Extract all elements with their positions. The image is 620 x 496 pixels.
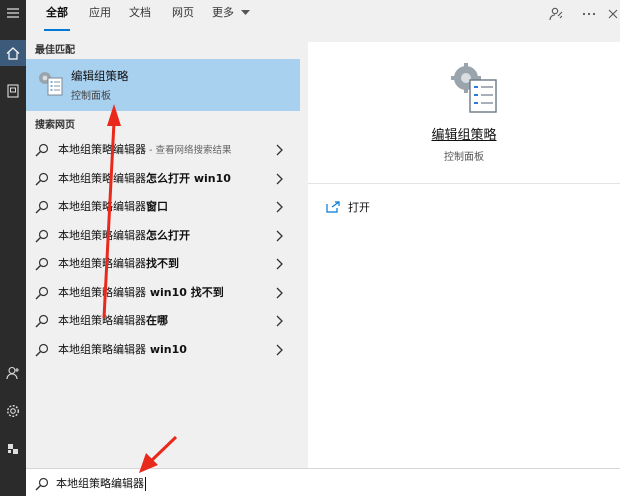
search-box[interactable]: 本地组策略编辑器 bbox=[26, 468, 620, 496]
suggestion-prefix: 本地组策略编辑器 bbox=[58, 314, 146, 327]
web-suggestion-row[interactable]: 本地组策略编辑器怎么打开 win10 bbox=[26, 165, 300, 193]
suggestion-completion: 窗口 bbox=[146, 200, 168, 213]
text-caret bbox=[145, 477, 146, 491]
tab-all[interactable]: 全部 bbox=[44, 0, 70, 34]
search-icon bbox=[35, 286, 49, 299]
chevron-right-icon[interactable] bbox=[274, 344, 284, 356]
document-icon[interactable] bbox=[0, 78, 26, 104]
suggestion-completion: win10 找不到 bbox=[146, 285, 224, 299]
tab-more[interactable]: 更多 bbox=[210, 0, 252, 34]
detail-pane: 编辑组策略 控制面板 打开 bbox=[308, 42, 620, 468]
chevron-down-icon bbox=[240, 10, 250, 15]
search-input-value: 本地组策略编辑器 bbox=[56, 477, 144, 490]
suggestion-prefix: 本地组策略编辑器 bbox=[58, 285, 146, 299]
scope-tabs: 全部 应用 文档 网页 更多 bbox=[26, 0, 620, 34]
web-suggestion-text: 本地组策略编辑器在哪 bbox=[58, 307, 168, 335]
search-input[interactable]: 本地组策略编辑器 bbox=[56, 469, 146, 496]
web-suggestion-row[interactable]: 本地组策略编辑器怎么打开 bbox=[26, 222, 300, 250]
search-icon bbox=[35, 229, 49, 242]
web-suggestion-text: 本地组策略编辑器怎么打开 win10 bbox=[58, 165, 231, 193]
user-icon[interactable] bbox=[0, 360, 26, 386]
suggestion-prefix: 本地组策略编辑器 bbox=[58, 143, 146, 156]
divider bbox=[308, 183, 620, 184]
web-suggestion-text: 本地组策略编辑器 - 查看网络搜索结果 bbox=[58, 136, 231, 164]
suggestion-prefix: 本地组策略编辑器 bbox=[58, 228, 146, 242]
menu-icon[interactable] bbox=[0, 0, 26, 26]
group-policy-large-icon bbox=[451, 63, 497, 113]
feedback-person-icon[interactable] bbox=[546, 4, 566, 24]
search-icon bbox=[35, 172, 49, 185]
search-icon bbox=[35, 200, 49, 214]
search-icon bbox=[35, 143, 49, 157]
search-icon bbox=[35, 314, 49, 328]
web-suggestion-row[interactable]: 本地组策略编辑器在哪 bbox=[26, 307, 300, 335]
tab-web[interactable]: 网页 bbox=[170, 0, 196, 34]
suggestion-completion: 在哪 bbox=[146, 314, 168, 327]
chevron-right-icon[interactable] bbox=[274, 173, 284, 185]
results-pane: 最佳匹配 编辑组策略 控制面板 搜索网页 本地组策略编辑器 - 查看网络搜索结果… bbox=[26, 34, 300, 466]
tab-more-label: 更多 bbox=[212, 6, 234, 19]
more-options-icon[interactable] bbox=[579, 4, 599, 24]
web-suggestion-text: 本地组策略编辑器怎么打开 bbox=[58, 222, 190, 250]
web-suggestion-text: 本地组策略编辑器找不到 bbox=[58, 250, 179, 278]
best-match-heading: 最佳匹配 bbox=[35, 45, 75, 56]
search-icon bbox=[35, 257, 49, 271]
detail-subtitle: 控制面板 bbox=[444, 152, 484, 163]
chevron-right-icon[interactable] bbox=[274, 258, 284, 270]
group-policy-icon bbox=[39, 72, 63, 96]
web-suggestion-row[interactable]: 本地组策略编辑器 - 查看网络搜索结果 bbox=[26, 136, 300, 164]
suggestion-completion: win10 bbox=[146, 342, 187, 356]
feedback-icon[interactable] bbox=[0, 436, 26, 462]
chevron-right-icon[interactable] bbox=[274, 144, 284, 156]
web-suggestion-text: 本地组策略编辑器窗口 bbox=[58, 193, 168, 221]
web-suggestion-row[interactable]: 本地组策略编辑器窗口 bbox=[26, 193, 300, 221]
close-icon[interactable] bbox=[606, 4, 620, 24]
suggestion-completion: 怎么打开 win10 bbox=[146, 171, 231, 185]
web-suggestion-row[interactable]: 本地组策略编辑器 win10 bbox=[26, 336, 300, 364]
search-icon bbox=[35, 343, 49, 356]
open-action[interactable]: 打开 bbox=[326, 198, 370, 216]
web-suggestion-row[interactable]: 本地组策略编辑器找不到 bbox=[26, 250, 300, 278]
suggestion-completion: 怎么打开 bbox=[146, 228, 190, 242]
suggestion-completion: 找不到 bbox=[146, 257, 179, 270]
home-icon[interactable] bbox=[0, 40, 26, 66]
web-suggestion-row[interactable]: 本地组策略编辑器 win10 找不到 bbox=[26, 279, 300, 307]
suggestion-prefix: 本地组策略编辑器 bbox=[58, 257, 146, 270]
suggestion-note: - 查看网络搜索结果 bbox=[146, 145, 232, 156]
tab-apps[interactable]: 应用 bbox=[87, 0, 113, 34]
best-match-item[interactable]: 编辑组策略 控制面板 bbox=[26, 59, 300, 111]
chevron-right-icon[interactable] bbox=[274, 230, 284, 242]
settings-icon[interactable] bbox=[0, 398, 26, 424]
chevron-right-icon[interactable] bbox=[274, 201, 284, 213]
best-match-title: 编辑组策略 bbox=[71, 69, 129, 83]
web-search-heading: 搜索网页 bbox=[35, 120, 75, 131]
chevron-right-icon[interactable] bbox=[274, 287, 284, 299]
chevron-right-icon[interactable] bbox=[274, 315, 284, 327]
search-icon bbox=[35, 477, 49, 491]
tab-documents[interactable]: 文档 bbox=[127, 0, 153, 34]
suggestion-prefix: 本地组策略编辑器 bbox=[58, 171, 146, 185]
web-suggestion-text: 本地组策略编辑器 win10 bbox=[58, 336, 187, 364]
left-rail bbox=[0, 0, 26, 496]
suggestion-prefix: 本地组策略编辑器 bbox=[58, 342, 146, 356]
suggestion-prefix: 本地组策略编辑器 bbox=[58, 200, 146, 213]
open-icon bbox=[326, 201, 340, 213]
detail-title[interactable]: 编辑组策略 bbox=[308, 124, 620, 143]
web-suggestion-text: 本地组策略编辑器 win10 找不到 bbox=[58, 279, 224, 307]
best-match-subtitle: 控制面板 bbox=[71, 91, 111, 102]
open-label: 打开 bbox=[348, 201, 370, 214]
